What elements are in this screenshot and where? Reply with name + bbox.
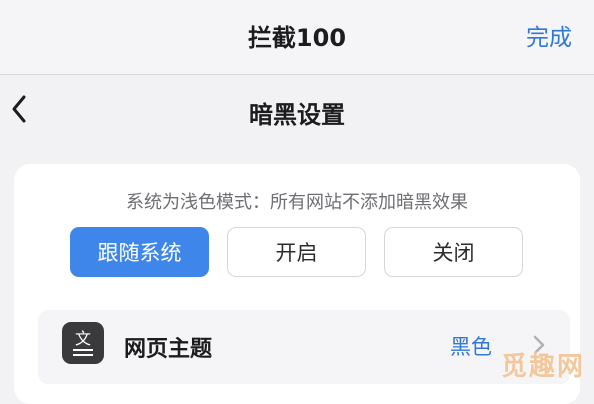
done-button[interactable]: 完成 xyxy=(526,18,572,52)
follow-system-option[interactable]: 跟随系统 xyxy=(70,227,209,277)
window-title: 拦截100 xyxy=(247,24,347,52)
watermark-logo: 觅趣网 xyxy=(500,351,585,382)
document-text-icon: 文 xyxy=(62,322,104,364)
svg-text:文: 文 xyxy=(75,329,91,348)
web-theme-row[interactable]: 文 网页主题 黑色 xyxy=(38,310,570,384)
dark-mode-status-text: 系统为浅色模式：所有网站不添加暗黑效果 xyxy=(126,192,468,213)
on-option[interactable]: 开启 xyxy=(227,227,366,277)
dark-mode-card: 系统为浅色模式：所有网站不添加暗黑效果 跟随系统 开启 关闭 文 网页主题 黑色 xyxy=(14,164,580,404)
nav-bar: 暗黑设置 xyxy=(0,75,594,145)
page-title: 暗黑设置 xyxy=(249,101,345,129)
web-theme-label: 网页主题 xyxy=(124,337,213,362)
off-option[interactable]: 关闭 xyxy=(384,227,523,277)
web-theme-value: 黑色 xyxy=(450,335,492,359)
top-bar: 拦截100 完成 xyxy=(0,0,594,75)
